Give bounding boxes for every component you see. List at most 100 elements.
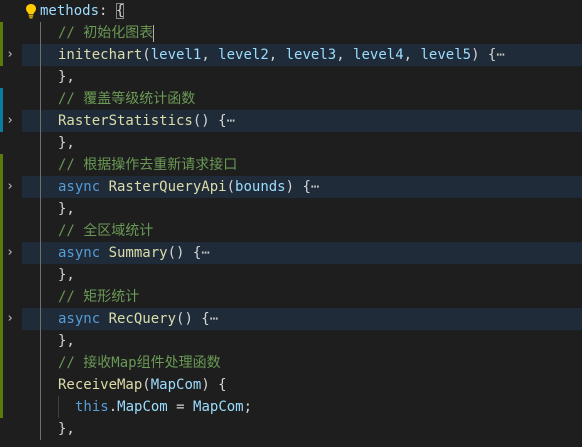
punctuation-token: .: [108, 399, 118, 415]
indent-guide: [40, 132, 41, 154]
comment-token: // 全区域统计: [58, 223, 154, 239]
comment-line[interactable]: // 初始化图表: [22, 22, 582, 44]
punctuation-token: () {: [167, 245, 202, 261]
comment-token: // 接收Map组件处理函数: [58, 355, 221, 371]
line-text: },: [58, 198, 75, 220]
indent-guide: [58, 396, 59, 418]
git-added-bar: [0, 154, 3, 418]
identifier-token: MapCom: [117, 399, 168, 415]
line-text: async RecQuery() {⋯: [58, 308, 218, 330]
line-text: // 接收Map组件处理函数: [58, 352, 221, 374]
line-text: },: [58, 66, 75, 88]
indent-guide: [40, 352, 41, 374]
identifier-token: methods: [40, 3, 100, 19]
code-lines[interactable]: methods: { // 初始化图表 initechart(level1, lev…: [22, 0, 582, 440]
punctuation-token: },: [58, 135, 75, 151]
folded-ellipsis-icon[interactable]: ⋯: [201, 245, 209, 261]
line-text: // 覆盖等级统计函数: [58, 88, 195, 110]
identifier-token: MapCom: [150, 377, 202, 393]
punctuation-token: ) {: [201, 377, 227, 393]
code-line[interactable]: },: [22, 418, 582, 440]
line-text: },: [58, 418, 75, 440]
punctuation-token: () {: [176, 311, 210, 327]
code-line[interactable]: },: [22, 132, 582, 154]
comment-line[interactable]: // 矩形统计: [22, 286, 582, 308]
indent-guide: [40, 176, 41, 198]
chevron-right-icon[interactable]: ›: [4, 312, 16, 325]
indent-guide: [40, 418, 41, 440]
indent-guide: [40, 66, 41, 88]
keyword-token: async: [58, 245, 109, 261]
code-line-folded[interactable]: async Summary() {⋯: [22, 242, 582, 264]
indent-guide: [40, 330, 41, 352]
line-text: // 矩形统计: [58, 286, 139, 308]
comment-line[interactable]: // 全区域统计: [22, 220, 582, 242]
chevron-right-icon[interactable]: ›: [4, 180, 16, 193]
indent-guide: [40, 154, 41, 176]
punctuation-token: (: [142, 47, 151, 63]
code-line[interactable]: },: [22, 198, 582, 220]
identifier-token: bounds: [235, 179, 286, 195]
line-text: async RasterQueryApi(bounds) {⋯: [58, 176, 319, 198]
code-line-folded[interactable]: async RecQuery() {⋯: [22, 308, 582, 330]
comment-token: // 初始化图表: [58, 25, 154, 41]
indent-guide: [40, 286, 41, 308]
indent-guide: [40, 396, 41, 418]
comment-token: // 根据操作去重新请求接口: [58, 157, 238, 173]
punctuation-token: =: [167, 399, 194, 415]
lightbulb-icon[interactable]: [24, 3, 38, 19]
comment-line[interactable]: // 根据操作去重新请求接口: [22, 154, 582, 176]
line-text: ReceiveMap(MapCom) {: [58, 374, 227, 396]
code-line-folded[interactable]: async RasterQueryApi(bounds) {⋯: [22, 176, 582, 198]
code-line[interactable]: ReceiveMap(MapCom) {: [22, 374, 582, 396]
punctuation-token: },: [58, 333, 75, 349]
code-line[interactable]: },: [22, 330, 582, 352]
folded-ellipsis-icon[interactable]: ⋯: [227, 113, 235, 129]
identifier-token: level4: [353, 47, 404, 63]
folded-ellipsis-icon[interactable]: ⋯: [496, 47, 504, 63]
chevron-right-icon[interactable]: ›: [4, 114, 16, 127]
punctuation-token: ;: [243, 399, 253, 415]
punctuation-token: {: [115, 3, 125, 19]
git-added-bar: [0, 22, 3, 66]
line-text: },: [58, 264, 75, 286]
line-text: // 根据操作去重新请求接口: [58, 154, 237, 176]
indent-guide: [40, 220, 41, 242]
code-line[interactable]: },: [22, 66, 582, 88]
punctuation-token: ,: [403, 47, 421, 63]
indent-guide: [40, 44, 41, 66]
folded-ellipsis-icon[interactable]: ⋯: [311, 179, 319, 195]
code-editor[interactable]: › › › › › methods: { // 初始化图表 initechart(l…: [0, 0, 582, 447]
indent-guide: [40, 198, 41, 220]
comment-token: // 矩形统计: [58, 289, 140, 305]
line-text: RasterStatistics() {⋯: [58, 110, 235, 132]
punctuation-token: :: [99, 3, 116, 19]
punctuation-token: () {: [192, 113, 227, 129]
indent-guide: [40, 242, 41, 264]
comment-line[interactable]: // 接收Map组件处理函数: [22, 352, 582, 374]
line-text: // 初始化图表: [58, 22, 155, 44]
chevron-right-icon[interactable]: ›: [4, 246, 16, 259]
methods-line[interactable]: methods: {: [22, 0, 582, 22]
keyword-token: this: [75, 399, 109, 415]
editor-gutter: › › › › ›: [0, 0, 22, 447]
folded-ellipsis-icon[interactable]: ⋯: [210, 311, 218, 327]
punctuation-token: (: [226, 179, 236, 195]
punctuation-token: },: [58, 69, 75, 85]
punctuation-token: ) {: [471, 47, 497, 63]
identifier-token: level5: [420, 47, 472, 63]
code-line-folded[interactable]: initechart(level1, level2, level3, level…: [22, 44, 582, 66]
code-line-folded[interactable]: RasterStatistics() {⋯: [22, 110, 582, 132]
function-token: RasterStatistics: [58, 113, 193, 129]
chevron-right-icon[interactable]: ›: [4, 48, 16, 61]
comment-line[interactable]: // 覆盖等级统计函数: [22, 88, 582, 110]
punctuation-token: ,: [201, 47, 219, 63]
indent-guide: [40, 264, 41, 286]
indent-guide: [40, 374, 41, 396]
code-line[interactable]: },: [22, 264, 582, 286]
git-modified-bar: [0, 88, 3, 132]
identifier-token: level1: [150, 47, 202, 63]
line-text: initechart(level1, level2, level3, level…: [58, 44, 505, 66]
punctuation-token: },: [58, 267, 75, 283]
code-line[interactable]: this.MapCom = MapCom;: [22, 396, 582, 418]
